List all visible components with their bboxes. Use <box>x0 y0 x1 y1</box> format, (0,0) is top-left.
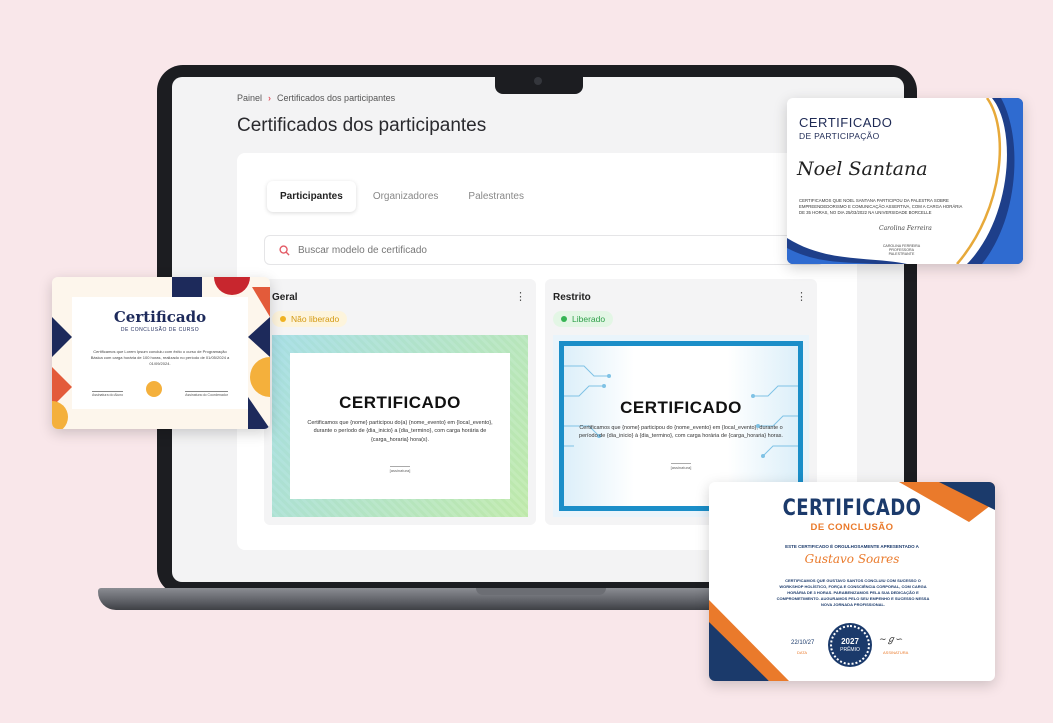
recipient-signature: Noel Santana <box>797 158 928 180</box>
more-vertical-icon[interactable]: ⋮ <box>796 290 807 303</box>
certificate-title: CERTIFICADO <box>799 115 893 130</box>
certificate-conclusao: CERTIFICADO DE CONCLUSÃO ESTE CERTIFICAD… <box>709 482 995 681</box>
seal-label: PRÊMIO <box>840 647 860 653</box>
signature-icon: ∼ℊ∽ <box>879 635 904 645</box>
signature-row: Assinatura do Aluno Assinatura do Coorde… <box>92 381 228 397</box>
card-title: Restrito <box>553 292 591 303</box>
camera-icon <box>534 77 542 85</box>
card-title: Geral <box>272 292 298 303</box>
certificate-participacao: CERTIFICADO DE PARTICIPAÇÃO Noel Santana… <box>787 98 1023 264</box>
tab-bar: Participantes Organizadores Palestrantes <box>267 181 541 212</box>
certificate-signature: [assinatura] <box>670 462 692 470</box>
certificate-subtitle: DE PARTICIPAÇÃO <box>799 131 880 141</box>
status-dot-icon <box>561 316 567 322</box>
status-label: Não liberado <box>291 314 340 324</box>
signature-right: Assinatura do Coordenador <box>185 391 228 397</box>
more-vertical-icon[interactable]: ⋮ <box>515 290 526 303</box>
search-input[interactable]: Buscar modelo de certificado <box>264 235 824 265</box>
certificate-heading: CERTIFICADO <box>620 398 742 417</box>
certificate-title: Certificado <box>113 308 207 326</box>
certificate-heading: CERTIFICADO <box>339 393 461 412</box>
signature-left: Assinatura do Aluno <box>92 391 124 397</box>
certificate-subtitle: DE CONCLUSÃO <box>810 522 894 533</box>
certificate-date: 22/10/27 <box>791 640 815 646</box>
speaker-signature: Carolina Ferreira <box>879 225 932 232</box>
signature-label: ASSINATURA <box>883 650 909 655</box>
certificate-preview[interactable]: CERTIFICADO Certificamos que {nome} part… <box>272 335 528 517</box>
search-icon <box>279 244 290 256</box>
breadcrumb-current: Certificados dos participantes <box>277 93 396 103</box>
breadcrumb-root[interactable]: Painel <box>237 93 262 103</box>
recipient-name: Gustavo Soares <box>804 552 900 566</box>
certificate-signature: [assinatura] <box>389 465 411 473</box>
speaker-role: CAROLINA FERREIRA PROFESSORA PALESTRANTE <box>882 244 921 256</box>
award-seal-icon: 2027 PRÊMIO <box>830 625 870 665</box>
breadcrumb: Painel › Certificados dos participantes <box>237 93 395 103</box>
status-dot-icon <box>280 316 286 322</box>
certificate-sheet: CERTIFICADO Certificamos que {nome} part… <box>290 353 510 499</box>
tab-participantes[interactable]: Participantes <box>267 181 356 212</box>
template-card-geral[interactable]: Geral ⋮ Não liberado CERTIFICADO Certifi… <box>264 279 536 525</box>
laptop-hinge <box>476 588 606 595</box>
certificate-body: Certificamos que Lorem Ipsum concluiu co… <box>90 349 230 366</box>
chevron-right-icon: › <box>268 93 272 103</box>
seal-icon <box>146 381 163 397</box>
tab-organizadores[interactable]: Organizadores <box>360 181 452 212</box>
date-label: DATA <box>797 650 808 655</box>
status-badge: Não liberado <box>272 311 348 327</box>
certificate-title: CERTIFICADO <box>782 496 922 521</box>
status-badge: Liberado <box>553 311 614 327</box>
certificate-lead: ESTE CERTIFICADO É ORGULHOSAMENTE APRESE… <box>785 544 919 549</box>
certificate-sheet: Certificado DE CONCLUSÃO DE CURSO Certif… <box>72 297 248 409</box>
certificate-conclusao-curso: Certificado DE CONCLUSÃO DE CURSO Certif… <box>52 277 270 429</box>
tab-palestrantes[interactable]: Palestrantes <box>455 181 537 212</box>
page-title: Certificados dos participantes <box>237 115 487 136</box>
certificate-subtitle: DE CONCLUSÃO DE CURSO <box>120 327 200 333</box>
certificate-text: Certificamos que {nome} participou do(a)… <box>307 420 493 443</box>
certificate-body: CERTIFICAMOS QUE NOEL SANTANA PARTICIPOU… <box>799 198 963 216</box>
certificate-text: Certificamos que {nome} participou do {n… <box>579 425 783 440</box>
certificate-body: CERTIFICAMOS QUE GUSTAVO SANTOS CONCLUIU… <box>776 578 930 607</box>
seal-year: 2027 <box>841 637 859 646</box>
search-placeholder: Buscar modelo de certificado <box>298 244 427 256</box>
status-label: Liberado <box>572 314 606 324</box>
